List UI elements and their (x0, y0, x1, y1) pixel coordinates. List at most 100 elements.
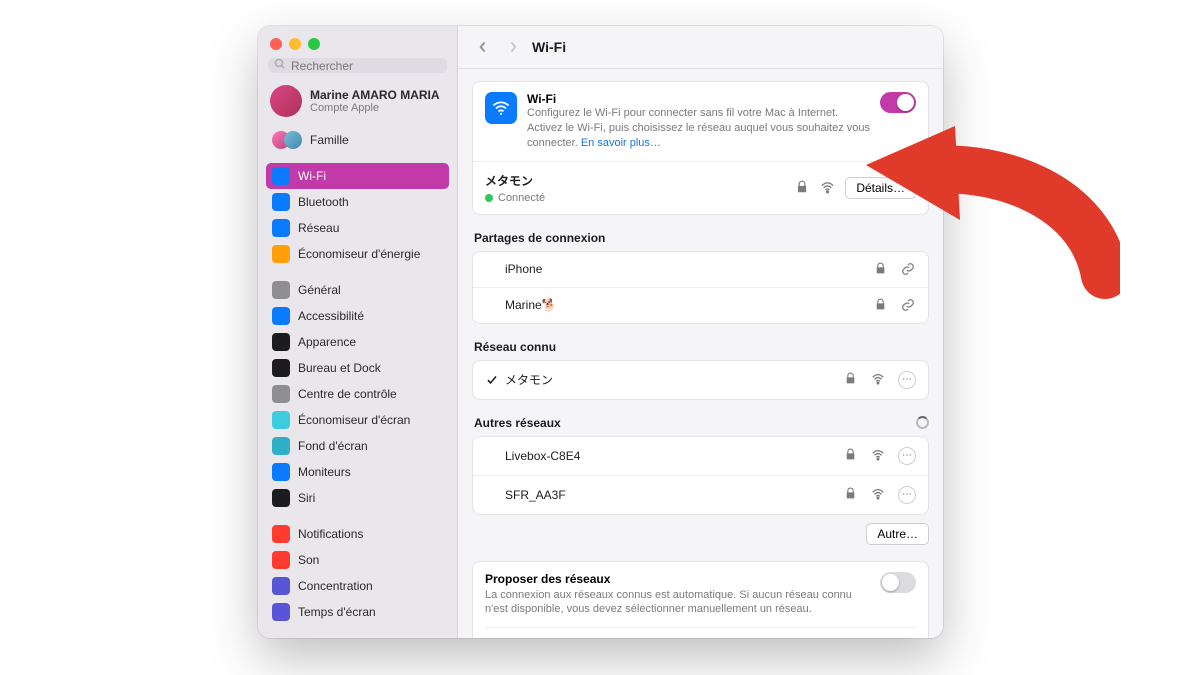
network-row[interactable]: iPhone (473, 252, 928, 287)
sidebar-item-label: Économiseur d'énergie (298, 247, 420, 261)
sidebar-icon (272, 167, 290, 185)
sidebar-icon (272, 577, 290, 595)
connection-status: Connecté (498, 192, 545, 204)
sidebar-item[interactable]: Accessibilité (266, 303, 449, 329)
sidebar-item[interactable]: Réseau (266, 215, 449, 241)
sidebar-item[interactable]: Économiseur d'énergie (266, 241, 449, 267)
lock-icon (844, 372, 859, 387)
known-list: メタモン ⋯ (472, 360, 929, 400)
sidebar-item-label: Son (298, 553, 319, 567)
section-hotspots: Partages de connexion (474, 231, 929, 245)
sidebar-item-label: Moniteurs (298, 465, 351, 479)
details-button[interactable]: Détails… (845, 177, 916, 199)
sidebar-icon (272, 245, 290, 263)
family-icon (272, 131, 302, 149)
sidebar-item-label: Famille (310, 133, 349, 147)
sidebar-item[interactable]: Bluetooth (266, 189, 449, 215)
sidebar-item[interactable]: Temps d'écran (266, 599, 449, 625)
sidebar-icon (272, 525, 290, 543)
page-title: Wi-Fi (532, 39, 566, 55)
hotspot-list: iPhone Marine🐕 (472, 251, 929, 324)
sidebar-item[interactable]: Fond d'écran (266, 433, 449, 459)
sidebar-item-label: Bureau et Dock (298, 361, 381, 375)
sidebar-item[interactable]: Centre de contrôle (266, 381, 449, 407)
lock-icon (874, 298, 889, 313)
signal-icon (820, 180, 835, 195)
network-row[interactable]: Marine🐕 (473, 287, 928, 323)
sidebar-icon (272, 603, 290, 621)
sidebar-icon (272, 281, 290, 299)
signal-icon (871, 448, 886, 463)
check-icon (485, 374, 499, 386)
sidebar-icon (272, 307, 290, 325)
wifi-toggle[interactable] (880, 92, 916, 113)
more-button[interactable]: ⋯ (898, 371, 916, 389)
other-network-button[interactable]: Autre… (866, 523, 929, 545)
sidebar-icon (272, 551, 290, 569)
sidebar-icon (272, 385, 290, 403)
sidebar-item[interactable]: Écran verrouillé (266, 635, 449, 638)
network-name: Marine🐕 (505, 298, 557, 312)
sidebar-icon (272, 359, 290, 377)
sidebar: Marine AMARO MARIA Compte Apple Famille … (258, 26, 458, 638)
user-name: Marine AMARO MARIA (310, 88, 440, 102)
sidebar-icon (272, 411, 290, 429)
sidebar-item[interactable]: Général (266, 277, 449, 303)
search-field[interactable] (268, 58, 447, 73)
content-pane: Wi-Fi Wi-Fi Configurez le Wi-Fi pour con… (458, 26, 943, 638)
minimize-button[interactable] (289, 38, 301, 50)
hero-title: Wi-Fi (527, 92, 870, 106)
lock-icon (844, 448, 859, 463)
wifi-hero-card: Wi-Fi Configurez le Wi-Fi pour connecter… (472, 81, 929, 215)
fullscreen-button[interactable] (308, 38, 320, 50)
apple-account-row[interactable]: Marine AMARO MARIA Compte Apple (258, 81, 457, 127)
sidebar-item[interactable]: Économiseur d'écran (266, 407, 449, 433)
more-button[interactable]: ⋯ (898, 447, 916, 465)
sidebar-item[interactable]: Notifications (266, 521, 449, 547)
sidebar-item[interactable]: Bureau et Dock (266, 355, 449, 381)
ask-networks-desc: La connexion aux réseaux connus est auto… (485, 588, 855, 618)
search-input[interactable] (291, 59, 441, 73)
sidebar-item[interactable]: Siri (266, 485, 449, 511)
current-ssid: メタモン (485, 172, 795, 189)
search-icon (274, 58, 286, 73)
sidebar-item-label: Wi-Fi (298, 169, 326, 183)
scanning-spinner-icon (916, 416, 929, 429)
sidebar-item-family[interactable]: Famille (266, 127, 449, 153)
sidebar-item[interactable]: Son (266, 547, 449, 573)
sidebar-item[interactable]: Apparence (266, 329, 449, 355)
lock-icon (795, 180, 810, 195)
sidebar-item-label: Concentration (298, 579, 373, 593)
sidebar-item[interactable]: Concentration (266, 573, 449, 599)
more-button[interactable]: ⋯ (898, 486, 916, 504)
learn-more-link[interactable]: En savoir plus… (581, 137, 661, 149)
network-row[interactable]: Livebox-C8E4 ⋯ (473, 437, 928, 475)
forward-button (502, 36, 524, 58)
wifi-icon (485, 92, 517, 124)
back-button[interactable] (472, 36, 494, 58)
network-row[interactable]: メタモン ⋯ (473, 361, 928, 399)
sidebar-icon (272, 437, 290, 455)
hero-desc: Configurez le Wi-Fi pour connecter sans … (527, 106, 870, 151)
sidebar-item[interactable]: Moniteurs (266, 459, 449, 485)
network-name: SFR_AA3F (505, 488, 566, 502)
sidebar-item[interactable]: Wi-Fi (266, 163, 449, 189)
sidebar-item-label: Général (298, 283, 341, 297)
link-icon (901, 298, 916, 313)
signal-icon (871, 372, 886, 387)
options-card: Proposer des réseaux La connexion aux ré… (472, 561, 929, 638)
user-sub: Compte Apple (310, 102, 440, 114)
lock-icon (844, 487, 859, 502)
sidebar-icon (272, 219, 290, 237)
close-button[interactable] (270, 38, 282, 50)
section-other: Autres réseaux (474, 416, 929, 430)
link-icon (901, 262, 916, 277)
other-list: Livebox-C8E4 ⋯ SFR_AA3F ⋯ (472, 436, 929, 515)
sidebar-item-label: Économiseur d'écran (298, 413, 410, 427)
sidebar-icon (272, 489, 290, 507)
status-dot-icon (485, 194, 493, 202)
network-name: Livebox-C8E4 (505, 449, 580, 463)
network-row[interactable]: SFR_AA3F ⋯ (473, 475, 928, 514)
ask-networks-toggle[interactable] (880, 572, 916, 593)
lock-icon (874, 262, 889, 277)
